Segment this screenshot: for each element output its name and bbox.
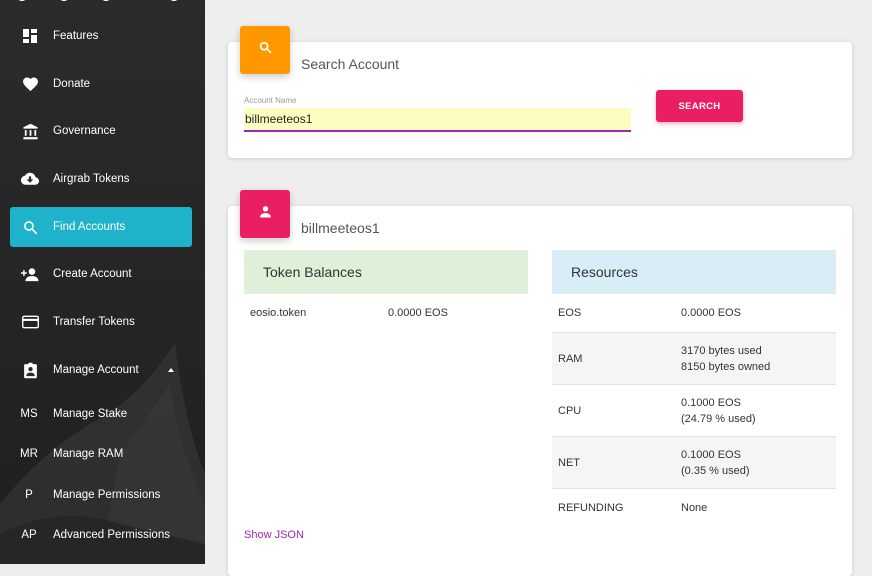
- credit-card-icon: [19, 311, 41, 333]
- sidebar-item-label: Features: [53, 30, 99, 42]
- sidebar-item-features[interactable]: Features: [10, 16, 192, 56]
- sidebar-item-create-account[interactable]: Create Account: [10, 254, 192, 294]
- token-balance: 0.0000 EOS: [388, 307, 448, 319]
- dashboard-icon: [19, 25, 41, 47]
- table-row: eosio.token 0.0000 EOS: [244, 307, 528, 323]
- account-card-icon-badge: [240, 190, 290, 238]
- table-row: EOS 0.0000 EOS: [552, 294, 836, 332]
- sidebar-item-label: Manage Permissions: [53, 489, 161, 501]
- account-name-title: billmeeteos1: [301, 220, 380, 236]
- sidebar-item-governance[interactable]: Governance: [10, 111, 192, 151]
- resource-value-secondary: (24.79 % used): [681, 413, 756, 425]
- sidebar-item-label: Create Account: [53, 268, 132, 280]
- sidebar-item-label: Manage RAM: [53, 448, 124, 460]
- heart-icon: [19, 73, 41, 95]
- sidebar-item-label: Manage Account: [53, 364, 139, 376]
- assignment-ind-icon: [19, 359, 41, 381]
- sidebar-item-label: Transfer Tokens: [53, 316, 135, 328]
- sidebar-subitem-manage-permissions[interactable]: P Manage Permissions: [10, 475, 192, 515]
- table-row: REFUNDING None: [552, 488, 836, 526]
- chevron-up-icon: [168, 368, 174, 372]
- account-name-input[interactable]: [244, 108, 631, 132]
- token-balances-title: Token Balances: [263, 264, 362, 280]
- show-json-link[interactable]: Show JSON: [244, 529, 304, 541]
- resource-value: None: [681, 502, 708, 514]
- person-add-icon: [19, 263, 41, 285]
- person-icon: [259, 205, 272, 223]
- resource-key: RAM: [558, 353, 583, 365]
- sidebar-item-label: Advanced Permissions: [53, 529, 170, 541]
- table-row: NET 0.1000 EOS (0.35 % used): [552, 436, 836, 488]
- search-card-title: Search Account: [301, 56, 400, 72]
- subitem-abbr: MR: [20, 448, 38, 460]
- sidebar-item-label: Airgrab Tokens: [53, 173, 130, 185]
- table-row: RAM 3170 bytes used 8150 bytes owned: [552, 332, 836, 384]
- resource-value: 0.1000 EOS: [681, 449, 741, 461]
- bank-icon: [19, 120, 41, 142]
- search-icon: [259, 41, 272, 59]
- sidebar-item-find-accounts[interactable]: Find Accounts: [10, 207, 192, 247]
- sidebar-item-donate[interactable]: Donate: [10, 64, 192, 104]
- resource-key: CPU: [558, 405, 582, 417]
- token-contract: eosio.token: [250, 307, 307, 319]
- sidebar-subitem-manage-ram[interactable]: MR Manage RAM: [10, 434, 192, 474]
- search-button[interactable]: SEARCH: [656, 90, 743, 122]
- resource-value-secondary: 8150 bytes owned: [681, 361, 771, 373]
- resources-header: Resources: [552, 250, 836, 294]
- resource-key: EOS: [558, 307, 582, 319]
- account-name-label: Account Name: [244, 96, 297, 105]
- sidebar-item-manage-account[interactable]: Manage Account: [10, 350, 192, 390]
- resource-value: 0.1000 EOS: [681, 397, 741, 409]
- subitem-abbr: MS: [20, 408, 38, 420]
- sidebar: Features Donate Governance Airgrab Token…: [0, 0, 205, 564]
- resource-value-secondary: (0.35 % used): [681, 465, 750, 477]
- table-row: CPU 0.1000 EOS (24.79 % used): [552, 384, 836, 436]
- token-balances-header: Token Balances: [244, 250, 528, 294]
- sidebar-item-airgrab-tokens[interactable]: Airgrab Tokens: [10, 159, 192, 199]
- cloud-download-icon: [19, 168, 41, 190]
- sidebar-subitem-advanced-permissions[interactable]: AP Advanced Permissions: [10, 515, 192, 555]
- resource-value: 3170 bytes used: [681, 345, 762, 357]
- subitem-abbr: P: [25, 489, 33, 501]
- resource-key: NET: [558, 457, 580, 469]
- resource-key: REFUNDING: [558, 502, 624, 514]
- search-card-icon-badge: [240, 26, 290, 74]
- sidebar-item-label: Manage Stake: [53, 408, 128, 420]
- sidebar-item-label: Donate: [53, 78, 91, 90]
- search-icon: [19, 216, 41, 238]
- sidebar-item-label: Find Accounts: [53, 221, 126, 233]
- top-nav-partial-icons: [18, 0, 178, 1]
- subitem-abbr: AP: [21, 529, 37, 541]
- sidebar-subitem-manage-stake[interactable]: MS Manage Stake: [10, 394, 192, 434]
- sidebar-item-transfer-tokens[interactable]: Transfer Tokens: [10, 302, 192, 342]
- resource-value: 0.0000 EOS: [681, 307, 741, 319]
- resources-title: Resources: [571, 264, 638, 280]
- sidebar-item-label: Governance: [53, 125, 116, 137]
